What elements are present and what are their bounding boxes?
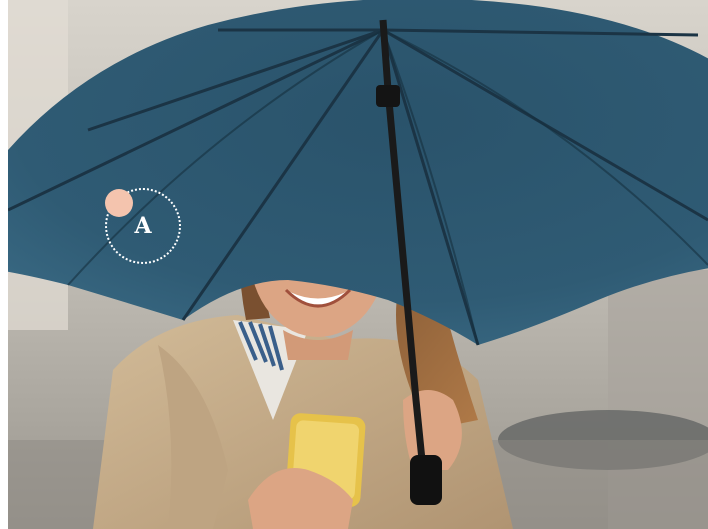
umbrella-runner <box>376 85 400 107</box>
hotspot-label: A <box>134 213 152 239</box>
left-edge <box>0 0 8 529</box>
photo-illustration <box>8 0 708 529</box>
stage: A <box>0 0 708 529</box>
hero-photo <box>8 0 708 529</box>
hotspot-a-marker[interactable]: A <box>105 188 181 264</box>
umbrella-handle <box>410 455 442 505</box>
